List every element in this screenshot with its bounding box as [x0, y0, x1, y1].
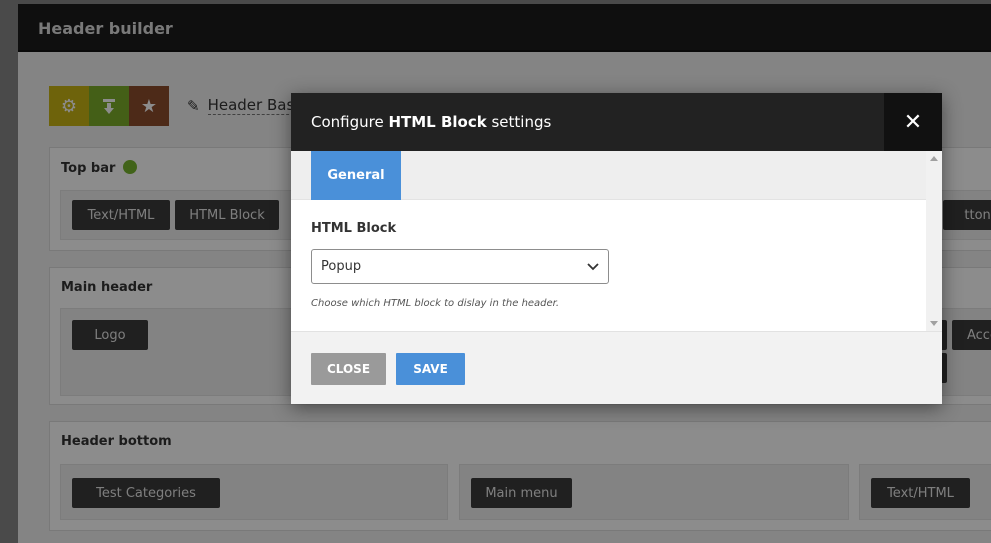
select-value: Popup — [321, 259, 362, 274]
tab-bar: General — [291, 151, 926, 200]
modal-scrollbar[interactable] — [926, 151, 942, 331]
modal-footer: CLOSE SAVE — [291, 331, 942, 404]
settings-modal: Configure HTML Block settings ✕ General … — [291, 93, 942, 404]
scroll-up-icon[interactable] — [930, 156, 938, 161]
html-block-label: HTML Block — [311, 221, 397, 236]
modal-body: General HTML Block Popup Choose which HT… — [291, 151, 942, 331]
modal-title: Configure HTML Block settings — [311, 113, 552, 131]
scroll-down-icon[interactable] — [930, 321, 938, 326]
save-button[interactable]: SAVE — [396, 353, 465, 385]
close-button[interactable]: CLOSE — [311, 353, 386, 385]
field-hint: Choose which HTML block to dislay in the… — [311, 298, 560, 309]
chevron-down-icon — [587, 263, 599, 271]
modal-close-button[interactable]: ✕ — [884, 93, 942, 151]
html-block-select[interactable]: Popup — [311, 249, 609, 284]
modal-header: Configure HTML Block settings ✕ — [291, 93, 942, 151]
close-icon: ✕ — [903, 109, 923, 135]
tab-general[interactable]: General — [311, 151, 401, 200]
